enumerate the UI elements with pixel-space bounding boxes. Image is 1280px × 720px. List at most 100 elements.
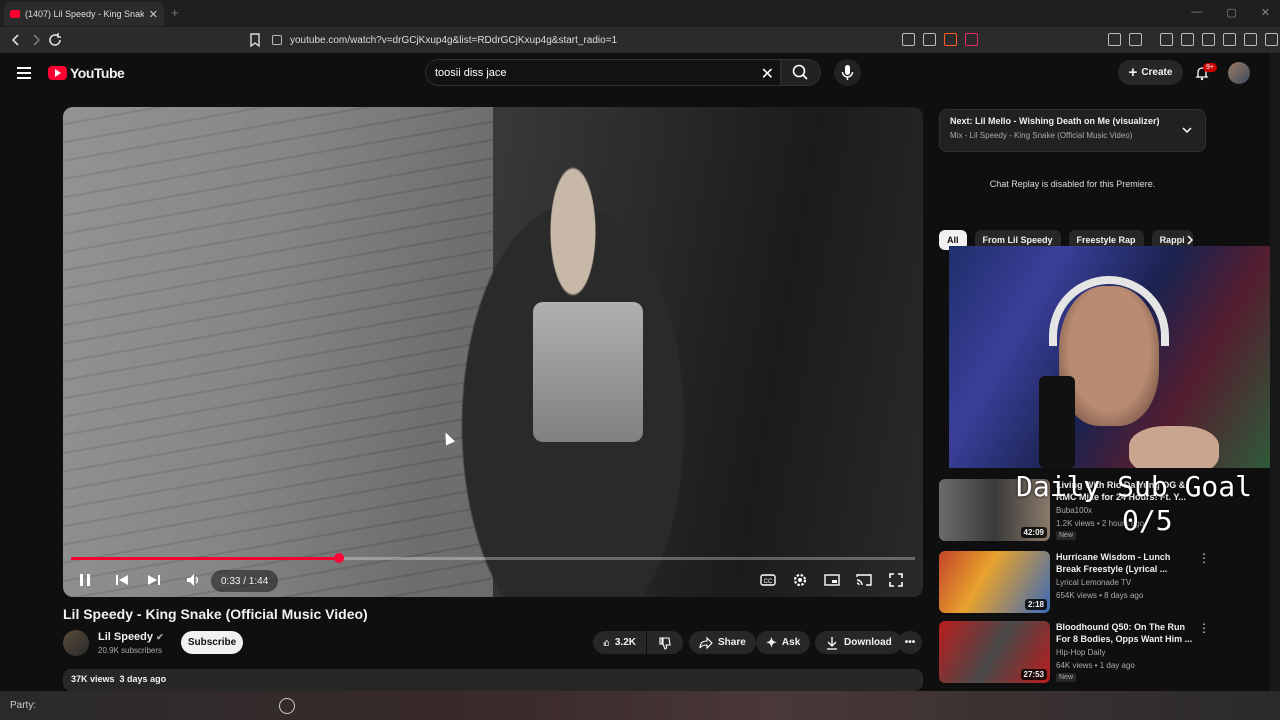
install-app-icon[interactable] <box>902 33 915 46</box>
youtube-header: YouTube ✕ + Create 9+ <box>0 53 1270 93</box>
search-button[interactable] <box>781 59 821 86</box>
previous-icon[interactable] <box>113 571 131 589</box>
clear-search-icon[interactable]: ✕ <box>761 64 774 84</box>
rec-title[interactable]: Bloodhound Q50: On The Run For 8 Bodies,… <box>1056 621 1196 645</box>
account-avatar[interactable] <box>1228 62 1250 84</box>
toolbar-icons <box>1108 33 1278 46</box>
video-title: Lil Speedy - King Snake (Official Music … <box>63 606 368 622</box>
reader-icon[interactable] <box>1181 33 1194 46</box>
fullscreen-icon[interactable] <box>887 571 905 589</box>
site-info-icon[interactable] <box>272 35 282 45</box>
description-box[interactable]: 37K views 3 days ago <box>63 669 923 691</box>
search-icon <box>792 64 808 80</box>
more-actions-button[interactable]: ••• <box>898 631 922 654</box>
share-icon <box>699 636 713 649</box>
next-subtitle: Mix - Lil Speedy - King Snake (Official … <box>950 131 1133 140</box>
list-item[interactable]: 27:53 Bloodhound Q50: On The Run For 8 B… <box>939 621 1269 689</box>
sidepanel-icon[interactable] <box>1129 33 1142 46</box>
search-box[interactable]: ✕ <box>425 59 781 86</box>
rec-more-icon[interactable]: ⋮ <box>1198 551 1210 565</box>
voice-search-button[interactable] <box>834 59 861 86</box>
brave-shield-icon[interactable] <box>944 33 957 46</box>
vpn-icon[interactable] <box>1244 33 1257 46</box>
rec-channel[interactable]: Hip-Hop Daily <box>1056 648 1105 657</box>
url-field[interactable]: youtube.com/watch?v=drGCjKxup4g&list=RDd… <box>272 30 992 50</box>
upload-age: 3 days ago <box>119 674 167 684</box>
menu-icon[interactable] <box>1265 33 1278 46</box>
maximize-icon[interactable]: ▢ <box>1226 6 1236 19</box>
close-tab-icon[interactable]: ✕ <box>149 8 158 21</box>
like-button[interactable]: 3.2K <box>593 631 646 654</box>
back-icon[interactable] <box>8 32 24 48</box>
view-count: 37K views <box>71 674 115 684</box>
plus-icon: + <box>1128 64 1138 81</box>
chevron-down-icon[interactable] <box>1181 124 1193 136</box>
video-thumbnail[interactable]: 2:18 <box>939 551 1050 613</box>
miniplayer-icon[interactable] <box>823 571 841 589</box>
reload-icon[interactable] <box>47 32 63 48</box>
music-icon[interactable] <box>1160 33 1173 46</box>
create-button[interactable]: + Create <box>1118 60 1183 85</box>
leo-ai-icon[interactable] <box>1223 33 1236 46</box>
volume-icon[interactable] <box>185 571 203 589</box>
chips-next-icon[interactable] <box>1184 234 1196 246</box>
more-dots-icon: ••• <box>904 637 916 648</box>
next-label: Next: <box>950 116 973 126</box>
ask-button[interactable]: ✦ Ask <box>756 631 811 654</box>
new-tab-button[interactable]: + <box>171 5 179 20</box>
settings-gear-icon[interactable] <box>791 571 809 589</box>
brave-rewards-icon[interactable] <box>965 33 978 46</box>
list-item[interactable]: 2:18 Hurricane Wisdom - Lunch Break Free… <box>939 551 1269 619</box>
create-label: Create <box>1141 67 1173 78</box>
rec-channel[interactable]: Lyrical Lemonade TV <box>1056 578 1131 587</box>
next-icon[interactable] <box>145 571 163 589</box>
browser-tab[interactable]: (1407) Lil Speedy - King Snak ✕ <box>4 2 164 26</box>
search-input[interactable] <box>435 66 755 79</box>
svg-text:CC: CC <box>764 579 773 585</box>
video-thumbnail[interactable]: 27:53 <box>939 621 1050 683</box>
duration-badge: 27:53 <box>1020 669 1047 680</box>
subscribe-button[interactable]: Subscribe <box>181 631 243 654</box>
minimize-icon[interactable]: — <box>1191 6 1202 19</box>
guide-menu-icon[interactable] <box>17 67 31 82</box>
sparkle-icon: ✦ <box>766 634 777 650</box>
verified-icon: ✔ <box>156 632 164 642</box>
progress-bar[interactable] <box>71 557 915 560</box>
cast-icon[interactable] <box>855 571 873 589</box>
channel-name[interactable]: Lil Speedy ✔ <box>98 631 164 643</box>
party-bar: Party: <box>0 691 1280 720</box>
share-label: Share <box>718 637 746 648</box>
up-next-panel[interactable]: Next: Lil Mello - Wishing Death on Me (v… <box>939 109 1206 152</box>
rec-meta: 654K views • 8 days ago <box>1056 591 1144 600</box>
tab-title: (1407) Lil Speedy - King Snak <box>25 9 144 19</box>
notification-count-badge: 9+ <box>1203 63 1217 72</box>
share-page-icon[interactable] <box>923 33 936 46</box>
next-title: Lil Mello - Wishing Death on Me (visuali… <box>975 116 1160 126</box>
party-logo-icon[interactable] <box>279 698 295 714</box>
download-button[interactable]: Download <box>815 631 902 654</box>
forward-icon[interactable] <box>28 32 44 48</box>
wallet-icon[interactable] <box>1202 33 1215 46</box>
sub-goal-overlay: Daily Sub Goal 0/5 <box>1016 470 1252 538</box>
rec-title[interactable]: Hurricane Wisdom - Lunch Break Freestyle… <box>1056 551 1196 575</box>
extensions-icon[interactable] <box>1108 33 1121 46</box>
video-player[interactable]: 0:33 / 1:44 CC <box>63 107 923 597</box>
youtube-logo[interactable]: YouTube <box>48 65 125 81</box>
video-frame-brick-wall <box>63 107 493 597</box>
progress-played <box>71 557 340 560</box>
browser-tabbar: (1407) Lil Speedy - King Snak ✕ + — ▢ ✕ <box>0 0 1280 27</box>
bookmark-icon[interactable] <box>247 32 263 48</box>
rec-meta: 64K views • 1 day ago <box>1056 661 1135 670</box>
thumbs-up-icon <box>603 639 610 646</box>
rec-more-icon[interactable]: ⋮ <box>1198 621 1210 635</box>
share-button[interactable]: Share <box>689 631 756 654</box>
youtube-favicon-icon <box>10 10 20 18</box>
headphones <box>1049 276 1169 346</box>
page-scrollbar[interactable] <box>1270 53 1280 693</box>
captions-icon[interactable]: CC <box>759 571 777 589</box>
pause-icon[interactable] <box>76 571 94 589</box>
close-window-icon[interactable]: ✕ <box>1261 6 1270 19</box>
channel-avatar[interactable] <box>63 630 89 656</box>
time-text: 0:33 / 1:44 <box>221 575 269 587</box>
dislike-button[interactable] <box>647 631 683 654</box>
